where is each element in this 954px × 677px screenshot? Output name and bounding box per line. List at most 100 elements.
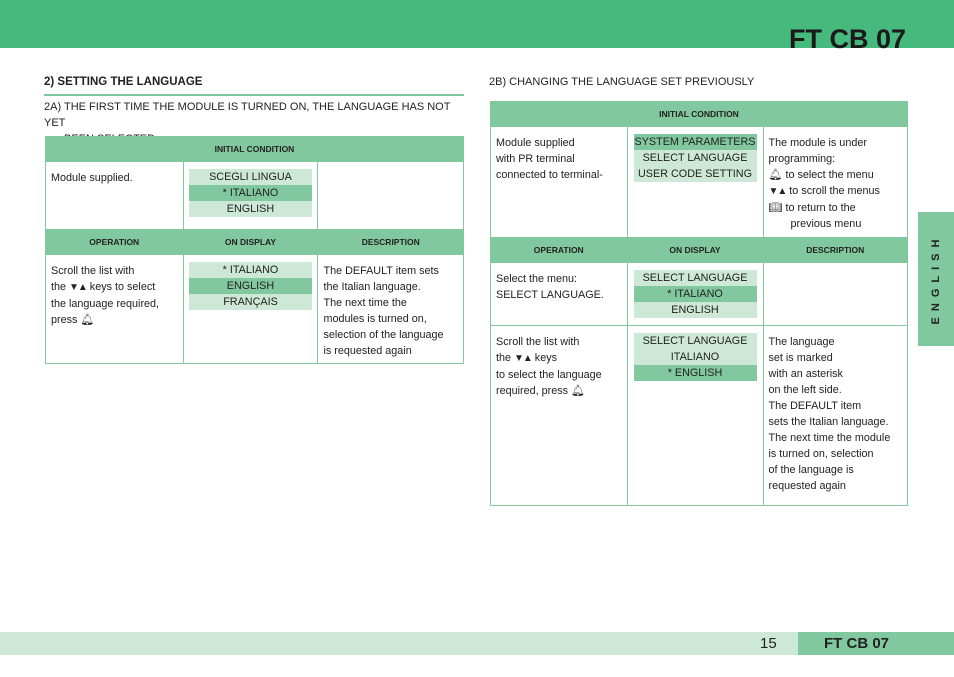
initial-display: SCEGLI LINGUA * ITALIANO ENGLISH	[182, 161, 319, 230]
description-text: to return to the	[782, 202, 856, 214]
operation-text: with PR terminal	[496, 153, 575, 165]
operation-text: keys	[531, 352, 558, 364]
section-title: 2) SETTING THE LANGUAGE	[44, 76, 203, 88]
column-header-description: DESCRIPTION	[317, 229, 464, 255]
operation-text: the	[51, 281, 70, 293]
side-tab-label: ENGLISH	[930, 233, 942, 325]
display-cell: SELECT LANGUAGE * ITALIANO ENGLISH	[626, 262, 764, 326]
display-line-selected: ENGLISH	[188, 278, 312, 294]
description-text: programming:	[768, 153, 836, 165]
description-text: The language	[768, 336, 835, 348]
display-line-selected: SYSTEM PARAMETERS	[633, 134, 757, 150]
bell-icon: 🔔︎	[80, 314, 95, 326]
header-brand: FT CB 07	[788, 24, 906, 54]
section-divider	[44, 94, 464, 96]
display-line: ITALIANO	[633, 349, 757, 365]
operation-text: Scroll the list with	[496, 336, 580, 348]
initial-display: SYSTEM PARAMETERS SELECT LANGUAGE USER C…	[626, 126, 764, 238]
table-2b: INITIAL CONDITION Module supplied with P…	[490, 101, 908, 506]
footer-brand: FT CB 07	[798, 632, 954, 655]
description-text: previous menu	[790, 218, 862, 230]
operation-text: to select the language	[496, 369, 602, 381]
description-text: selection of the language	[323, 329, 444, 341]
initial-condition-header: INITIAL CONDITION	[45, 136, 464, 162]
description-text: set is marked	[768, 352, 833, 364]
initial-description	[317, 161, 464, 230]
table-row: Module supplied. SCEGLI LINGUA * ITALIAN…	[45, 161, 464, 230]
operation-text: SELECT LANGUAGE.	[496, 289, 604, 301]
display-cell: * ITALIANO ENGLISH FRANÇAIS	[182, 254, 319, 364]
bell-icon: 🔔︎	[571, 385, 585, 397]
operation-text: keys to select	[86, 281, 156, 293]
table-row: Scroll the list with the ▼▲ keys to sele…	[45, 254, 464, 364]
operation-text: connected to terminal-	[496, 169, 603, 181]
operation-cell: Select the menu: SELECT LANGUAGE.	[490, 262, 628, 326]
down-up-arrows-icon: ▼▲	[69, 282, 88, 293]
operation-text: the	[496, 352, 515, 364]
operation-text: Select the menu:	[496, 273, 578, 285]
description-text: The next time the module	[768, 432, 891, 444]
description-text: modules is turned on,	[323, 313, 427, 325]
description-cell: The DEFAULT item sets the Italian langua…	[317, 254, 464, 364]
operation-text: required, press	[496, 385, 572, 397]
table-row: Scroll the list with the ▼▲ keys to sele…	[490, 325, 908, 506]
description-text: The DEFAULT item sets	[323, 265, 439, 277]
display-line-selected: * ITALIANO	[633, 286, 757, 302]
description-text: requested again	[768, 480, 846, 492]
display-line: SELECT LANGUAGE	[633, 150, 757, 166]
description-text: The module is under	[768, 137, 867, 149]
book-icon: 📖︎	[768, 202, 783, 214]
operation-text: press	[51, 314, 81, 326]
initial-operation: Module supplied with PR terminal connect…	[490, 126, 628, 238]
column-header-description: DESCRIPTION	[762, 237, 908, 263]
display-line: ENGLISH	[633, 302, 757, 318]
display-screen: SELECT LANGUAGE * ITALIANO ENGLISH	[633, 270, 757, 318]
display-screen: SCEGLI LINGUA * ITALIANO ENGLISH	[188, 169, 312, 217]
subsection-2b-title: 2B) CHANGING THE LANGUAGE SET PREVIOUSLY	[489, 76, 755, 88]
language-side-tab: ENGLISH	[918, 212, 954, 346]
table-row: Module supplied with PR terminal connect…	[490, 126, 908, 238]
display-screen: SYSTEM PARAMETERS SELECT LANGUAGE USER C…	[633, 134, 757, 182]
display-line: SCEGLI LINGUA	[188, 169, 312, 185]
operation-text: Module supplied	[496, 137, 575, 149]
description-text: on the left side.	[768, 384, 842, 396]
display-line: ENGLISH	[188, 201, 312, 217]
table-2a: INITIAL CONDITION Module supplied. SCEGL…	[45, 136, 464, 364]
column-header-operation: OPERATION	[45, 229, 184, 255]
description-text: with an asterisk	[768, 368, 843, 380]
column-header-display: ON DISPLAY	[182, 229, 319, 255]
display-line: SELECT LANGUAGE	[633, 333, 757, 349]
operation-text: Scroll the list with	[51, 265, 135, 277]
operation-cell: Scroll the list with the ▼▲ keys to sele…	[490, 325, 628, 506]
description-text: of the language is	[768, 464, 854, 476]
description-text: The next time the	[323, 297, 407, 309]
table-row: Select the menu: SELECT LANGUAGE. SELECT…	[490, 262, 908, 326]
description-text: sets the Italian language.	[768, 416, 889, 428]
display-line-selected: * ENGLISH	[633, 365, 757, 381]
description-text: the Italian language.	[323, 281, 421, 293]
operation-cell: Scroll the list with the ▼▲ keys to sele…	[45, 254, 184, 364]
column-header-operation: OPERATION	[490, 237, 628, 263]
top-banner: FT CB 07	[0, 0, 954, 54]
display-screen: SELECT LANGUAGE ITALIANO * ENGLISH	[633, 333, 757, 381]
display-line: USER CODE SETTING	[633, 166, 757, 182]
description-text: is turned on, selection	[768, 448, 874, 460]
display-cell: SELECT LANGUAGE ITALIANO * ENGLISH	[626, 325, 764, 506]
subsection-2a-line1: 2A) THE FIRST TIME THE MODULE IS TURNED …	[44, 101, 451, 129]
initial-description: The module is under programming: 🔔︎ to s…	[762, 126, 908, 238]
down-up-arrows-icon: ▼▲	[514, 353, 533, 364]
column-header-display: ON DISPLAY	[626, 237, 764, 263]
description-text: The DEFAULT item	[768, 400, 862, 412]
page-number: 15	[760, 635, 777, 652]
display-line-selected: * ITALIANO	[188, 185, 312, 201]
bell-icon: 🔔︎	[768, 169, 783, 181]
display-line: SELECT LANGUAGE	[633, 270, 757, 286]
description-text: to select the menu	[782, 169, 874, 181]
display-line: FRANÇAIS	[188, 294, 312, 310]
display-screen: * ITALIANO ENGLISH FRANÇAIS	[188, 262, 312, 310]
description-cell: The language set is marked with an aster…	[762, 325, 908, 506]
operation-text: the language required,	[51, 298, 160, 310]
down-up-arrows-icon: ▼▲	[768, 186, 788, 197]
initial-operation: Module supplied.	[45, 161, 184, 230]
display-line: * ITALIANO	[188, 262, 312, 278]
